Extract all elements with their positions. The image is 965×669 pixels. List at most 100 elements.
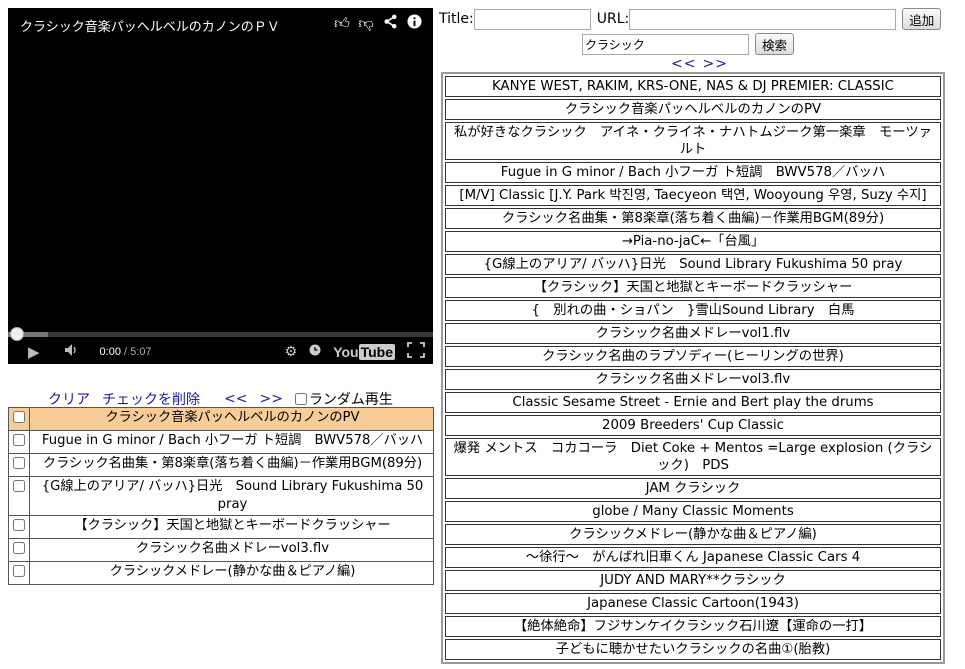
result-row: 【クラシック】天国と地獄とキーボードクラッシャー xyxy=(445,277,941,298)
progress-scrubber[interactable] xyxy=(10,327,24,341)
result-row: クラシック名曲メドレーvol1.flv xyxy=(445,323,941,344)
result-title[interactable]: Japanese Classic Cartoon(1943) xyxy=(445,593,941,614)
progress-bar[interactable] xyxy=(8,327,433,341)
gear-icon[interactable]: ⚙ xyxy=(285,344,298,360)
result-title[interactable]: [M/V] Classic [J.Y. Park 박진영, Taecyeon 택… xyxy=(445,185,941,206)
playlist-row[interactable]: Fugue in G minor / Bach 小フーガ ト短調 BWV578／… xyxy=(8,430,434,454)
result-title[interactable]: {G線上のアリア/ バッハ}日光 Sound Library Fukushima… xyxy=(445,254,941,275)
result-row: { 別れの曲・ショパン }雪山Sound Library 白馬 xyxy=(445,300,941,321)
player-top-icons: 👍︎ 👎︎ xyxy=(333,14,423,33)
search-button[interactable]: 検索 xyxy=(755,33,795,55)
result-title[interactable]: { 別れの曲・ショパン }雪山Sound Library 白馬 xyxy=(445,300,941,321)
result-row: Classic Sesame Street - Ernie and Bert p… xyxy=(445,392,941,413)
playlist-row-title[interactable]: クラシック音楽パッヘルベルのカノンのPV xyxy=(29,407,434,431)
search-form: 検索 xyxy=(582,33,795,55)
playlist-row-checkbox-cell xyxy=(8,407,30,431)
playlist-prev-link[interactable]: << xyxy=(224,391,247,407)
result-title[interactable]: クラシック名曲集・第8楽章(落ち着く曲編)－作業用BGM(89分) xyxy=(445,208,941,229)
url-label: URL: xyxy=(596,11,630,27)
result-row: 子どもに聴かせたいクラシックの名曲①(胎教) xyxy=(445,639,941,660)
play-icon[interactable]: ▶ xyxy=(28,343,40,361)
result-title[interactable]: クラシックメドレー(静かな曲＆ピアノ編) xyxy=(445,524,941,545)
title-input[interactable] xyxy=(473,8,591,30)
playlist-row[interactable]: クラシック音楽パッヘルベルのカノンのPV xyxy=(8,407,434,431)
result-row: クラシックメドレー(静かな曲＆ピアノ編) xyxy=(445,524,941,545)
playlist-row-title[interactable]: {G線上のアリア/ バッハ}日光 Sound Library Fukushima… xyxy=(29,476,434,516)
playlist-row-checkbox[interactable] xyxy=(13,434,25,446)
playlist-row-checkbox[interactable] xyxy=(13,457,25,469)
time-current: 0:00 xyxy=(99,346,121,358)
result-title[interactable]: 【絶体絶命】フジサンケイクラシック石川遼【運命の一打】 xyxy=(445,616,941,637)
result-row: クラシック名曲集・第8楽章(落ち着く曲編)－作業用BGM(89分) xyxy=(445,208,941,229)
playlist-row[interactable]: クラシックメドレー(静かな曲＆ピアノ編) xyxy=(8,561,434,585)
video-title[interactable]: クラシック音楽パッヘルベルのカノンのＰＶ xyxy=(20,16,280,35)
result-row: 2009 Breeders' Cup Classic xyxy=(445,415,941,436)
info-icon[interactable] xyxy=(405,14,423,33)
results-pager: << >> xyxy=(671,56,734,72)
playlist-row-checkbox-cell xyxy=(8,453,30,477)
search-results-table: KANYE WEST, RAKIM, KRS-ONE, NAS & DJ PRE… xyxy=(441,72,945,664)
playlist-row-checkbox[interactable] xyxy=(13,411,25,423)
playlist-row-title[interactable]: Fugue in G minor / Bach 小フーガ ト短調 BWV578／… xyxy=(29,430,434,454)
result-row: globe / Many Classic Moments xyxy=(445,501,941,522)
result-row: {G線上のアリア/ バッハ}日光 Sound Library Fukushima… xyxy=(445,254,941,275)
playlist-row-checkbox[interactable] xyxy=(13,480,25,492)
fullscreen-icon[interactable] xyxy=(407,342,425,362)
playlist-row-title[interactable]: クラシックメドレー(静かな曲＆ピアノ編) xyxy=(29,561,434,585)
playlist-row-checkbox-cell xyxy=(8,430,30,454)
result-title[interactable]: ～徐行～ がんばれ旧車くん Japanese Classic Cars 4 xyxy=(445,547,941,568)
url-input[interactable] xyxy=(629,8,897,30)
result-title[interactable]: 私が好きなクラシック アイネ・クライネ・ナハトムジーク第一楽章 モーツァルト xyxy=(445,122,941,160)
playlist-row-title[interactable]: 【クラシック】天国と地獄とキーボードクラッシャー xyxy=(29,515,434,539)
result-row: ～徐行～ がんばれ旧車くん Japanese Classic Cars 4 xyxy=(445,547,941,568)
result-title[interactable]: クラシック音楽パッヘルベルのカノンのPV xyxy=(445,99,941,120)
playlist-row[interactable]: 【クラシック】天国と地獄とキーボードクラッシャー xyxy=(8,515,434,539)
random-play-toggle[interactable]: ランダム再生 xyxy=(294,389,393,409)
result-title[interactable]: 爆発 メントス コカコーラ Diet Coke + Mentos =Large … xyxy=(445,438,941,476)
delete-checked-link[interactable]: チェックを削除 xyxy=(102,389,200,409)
playlist-row-title[interactable]: クラシック名曲メドレーvol3.flv xyxy=(29,538,434,562)
result-row: クラシック音楽パッヘルベルのカノンのPV xyxy=(445,99,941,120)
result-title[interactable]: Classic Sesame Street - Ernie and Bert p… xyxy=(445,392,941,413)
result-row: クラシック名曲メドレーvol3.flv xyxy=(445,369,941,390)
random-play-checkbox[interactable] xyxy=(294,393,307,405)
playlist-row[interactable]: クラシック名曲メドレーvol3.flv xyxy=(8,538,434,562)
playlist-row-checkbox[interactable] xyxy=(13,519,25,531)
result-title[interactable]: Fugue in G minor / Bach 小フーガ ト短調 BWV578／… xyxy=(445,162,941,183)
playlist-row-checkbox-cell xyxy=(8,561,30,585)
share-icon[interactable] xyxy=(381,14,399,33)
playlist-table: クラシック音楽パッヘルベルのカノンのPV Fugue in G minor / B… xyxy=(8,407,434,585)
watch-later-icon[interactable] xyxy=(309,344,321,360)
result-title[interactable]: 2009 Breeders' Cup Classic xyxy=(445,415,941,436)
result-row: →Pia-no-jaC←「台風」 xyxy=(445,231,941,252)
video-player[interactable]: クラシック音楽パッヘルベルのカノンのＰＶ 👍︎ 👎︎ ▶ 0:00 / 5:07… xyxy=(8,8,433,364)
result-row: Fugue in G minor / Bach 小フーガ ト短調 BWV578／… xyxy=(445,162,941,183)
time-duration: 5:07 xyxy=(130,346,152,358)
add-button[interactable]: 追加 xyxy=(902,8,942,30)
playlist-row-checkbox[interactable] xyxy=(13,542,25,554)
like-icon[interactable]: 👍︎ xyxy=(333,14,351,33)
result-title[interactable]: クラシック名曲メドレーvol3.flv xyxy=(445,369,941,390)
result-title[interactable]: →Pia-no-jaC←「台風」 xyxy=(445,231,941,252)
playlist-next-link[interactable]: >> xyxy=(259,391,282,407)
playlist-row-checkbox[interactable] xyxy=(13,565,25,577)
result-title[interactable]: KANYE WEST, RAKIM, KRS-ONE, NAS & DJ PRE… xyxy=(445,76,941,97)
playlist-row-title[interactable]: クラシック名曲集・第8楽章(落ち着く曲編)－作業用BGM(89分) xyxy=(29,453,434,477)
search-input[interactable] xyxy=(582,33,749,55)
result-title[interactable]: 【クラシック】天国と地獄とキーボードクラッシャー xyxy=(445,277,941,298)
youtube-logo[interactable]: You Tube xyxy=(333,344,395,360)
results-next-link[interactable]: >> xyxy=(702,56,727,72)
result-title[interactable]: JAM クラシック xyxy=(445,478,941,499)
result-title[interactable]: クラシック名曲のラプソディー(ヒーリングの世界) xyxy=(445,346,941,367)
clear-link[interactable]: クリア xyxy=(48,389,90,409)
volume-icon[interactable] xyxy=(64,343,80,361)
result-title[interactable]: JUDY AND MARY**クラシック xyxy=(445,570,941,591)
playlist-row[interactable]: クラシック名曲集・第8楽章(落ち着く曲編)－作業用BGM(89分) xyxy=(8,453,434,477)
result-title[interactable]: globe / Many Classic Moments xyxy=(445,501,941,522)
playlist-row[interactable]: {G線上のアリア/ バッハ}日光 Sound Library Fukushima… xyxy=(8,476,434,516)
result-title[interactable]: クラシック名曲メドレーvol1.flv xyxy=(445,323,941,344)
results-prev-link[interactable]: << xyxy=(671,56,696,72)
result-title[interactable]: 子どもに聴かせたいクラシックの名曲①(胎教) xyxy=(445,639,941,660)
result-row: JAM クラシック xyxy=(445,478,941,499)
dislike-icon[interactable]: 👎︎ xyxy=(357,14,375,33)
